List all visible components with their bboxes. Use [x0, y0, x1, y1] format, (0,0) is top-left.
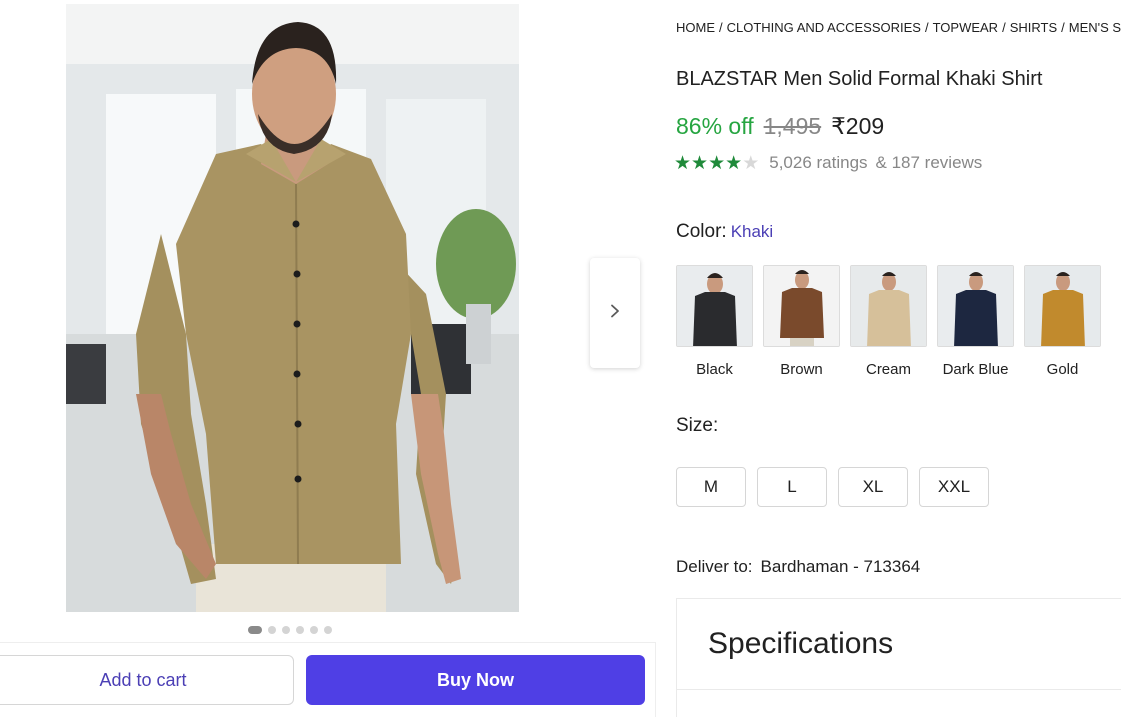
rating-row[interactable]: ★ ★ ★ ★ ★ 5,026 ratings & 187 reviews	[674, 153, 982, 173]
breadcrumb: HOME / CLOTHING AND ACCESSORIES / TOPWEAR /…	[676, 20, 1121, 35]
pagination-dot[interactable]	[268, 626, 276, 634]
specifications-section: Specifications	[676, 598, 1121, 717]
deliver-to-label: Deliver to:	[676, 557, 753, 576]
size-option-l[interactable]: L	[757, 467, 827, 507]
star-icon: ★	[708, 152, 726, 174]
buy-now-button[interactable]: Buy Now	[306, 655, 645, 705]
pagination-dot[interactable]	[282, 626, 290, 634]
breadcrumb-mens-shirts[interactable]: MEN'S SHIRTS	[1069, 20, 1121, 35]
next-image-button[interactable]	[590, 258, 640, 368]
color-option-dark-blue[interactable]: Dark Blue	[937, 265, 1014, 378]
breadcrumb-shirts[interactable]: SHIRTS	[1010, 20, 1057, 35]
add-to-cart-button[interactable]: Add to cart	[0, 655, 294, 705]
color-option-label: Brown	[780, 361, 823, 378]
breadcrumb-clothing[interactable]: CLOTHING AND ACCESSORIES	[727, 20, 921, 35]
color-option-gold[interactable]: Gold	[1024, 265, 1101, 378]
color-option-black[interactable]: Black	[676, 265, 753, 378]
size-option-xl[interactable]: XL	[838, 467, 908, 507]
selected-color: Khaki	[730, 222, 774, 241]
sale-price: ₹209	[831, 113, 885, 139]
breadcrumb-home[interactable]: HOME	[676, 20, 715, 35]
star-icon: ★	[742, 152, 760, 174]
color-label-text: Color:	[676, 221, 727, 242]
color-option-label: Cream	[865, 361, 911, 378]
color-option-label: Black	[696, 361, 733, 378]
product-image[interactable]	[66, 4, 519, 612]
price-row: 86% off 1,495 ₹209	[676, 113, 884, 140]
chevron-right-icon	[608, 304, 622, 323]
color-thumbnail	[850, 265, 927, 347]
specifications-title: Specifications	[708, 627, 894, 660]
star-icon: ★	[674, 152, 692, 174]
product-title: BLAZSTAR Men Solid Formal Khaki Shirt	[676, 68, 1043, 90]
image-pagination	[248, 626, 332, 634]
discount-label: 86% off	[676, 113, 754, 139]
pagination-dot[interactable]	[248, 626, 262, 634]
breadcrumb-topwear[interactable]: TOPWEAR	[933, 20, 999, 35]
size-label: Size:	[676, 415, 719, 436]
ratings-count: 5,026 ratings	[769, 153, 868, 172]
color-label: Color: Khaki	[676, 221, 773, 243]
color-option-label: Dark Blue	[942, 361, 1009, 378]
delivery-location[interactable]: Deliver to: Bardhaman - 713364	[676, 557, 920, 577]
pagination-dot[interactable]	[324, 626, 332, 634]
divider	[677, 689, 1121, 690]
size-option-m[interactable]: M	[676, 467, 746, 507]
rating-stars: ★ ★ ★ ★ ★	[674, 154, 759, 173]
star-icon: ★	[725, 152, 743, 174]
original-price: 1,495	[763, 113, 822, 139]
color-thumbnail	[676, 265, 753, 347]
reviews-count: & 187 reviews	[875, 153, 983, 172]
pagination-dot[interactable]	[296, 626, 304, 634]
size-option-xxl[interactable]: XXL	[919, 467, 989, 507]
color-thumbnail	[763, 265, 840, 347]
color-option-label: Gold	[1046, 361, 1079, 378]
action-bar: Add to cart Buy Now	[0, 642, 656, 717]
delivery-address: Bardhaman - 713364	[760, 557, 921, 576]
color-thumbnail	[937, 265, 1014, 347]
color-swatches: Black Brown Cream Dark Blue Gold	[676, 265, 1101, 378]
pagination-dot[interactable]	[310, 626, 318, 634]
color-option-brown[interactable]: Brown	[763, 265, 840, 378]
color-option-cream[interactable]: Cream	[850, 265, 927, 378]
star-icon: ★	[691, 152, 709, 174]
size-options: M L XL XXL	[676, 467, 989, 507]
color-thumbnail	[1024, 265, 1101, 347]
